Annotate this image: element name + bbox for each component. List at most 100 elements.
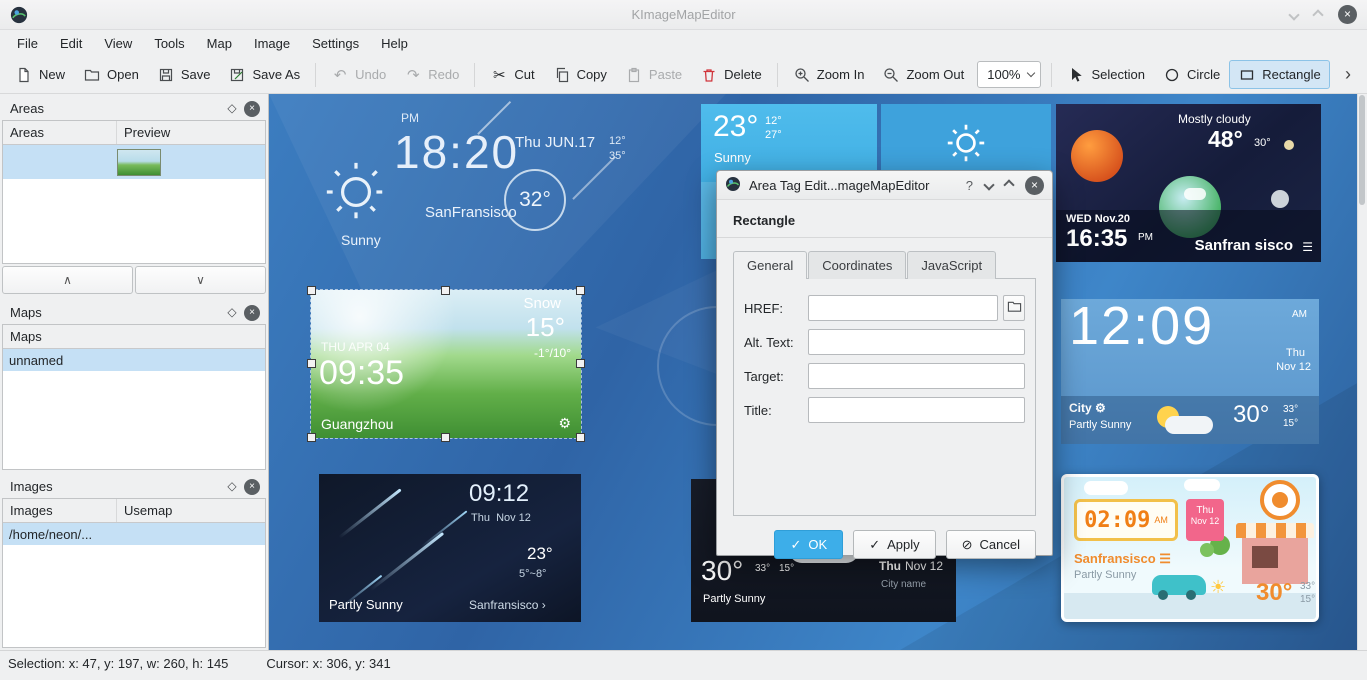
- column-maps[interactable]: Maps: [3, 325, 265, 348]
- maps-dock-close[interactable]: ×: [242, 304, 262, 321]
- float-icon[interactable]: ◇: [222, 101, 242, 115]
- alt-text-input[interactable]: [808, 329, 1025, 355]
- selection-handle-ne[interactable]: [576, 286, 585, 295]
- float-icon[interactable]: ◇: [222, 479, 242, 493]
- selection-handle-nw[interactable]: [307, 286, 316, 295]
- cut-button[interactable]: ✂ Cut: [481, 60, 543, 89]
- move-area-down-button[interactable]: ∨: [135, 266, 266, 294]
- menu-file[interactable]: File: [6, 32, 49, 55]
- image-row-path[interactable]: /home/neon/...: [3, 523, 265, 545]
- column-areas[interactable]: Areas: [3, 121, 117, 144]
- cancel-button[interactable]: ⊘ Cancel: [946, 530, 1036, 559]
- selection-handle-sw[interactable]: [307, 433, 316, 442]
- cursor-arrow-icon: [1067, 66, 1085, 83]
- dialog-titlebar[interactable]: Area Tag Edit...mageMapEditor ? ×: [717, 171, 1052, 200]
- redo-button[interactable]: ↷ Redo: [395, 60, 468, 89]
- selection-handle-e[interactable]: [576, 359, 585, 368]
- title-input[interactable]: [808, 397, 1025, 423]
- ok-button[interactable]: ✓ OK: [774, 530, 843, 559]
- undo-button[interactable]: ↶ Undo: [322, 60, 395, 89]
- menu-edit[interactable]: Edit: [49, 32, 93, 55]
- href-label: HREF:: [744, 301, 808, 316]
- map-row-unnamed[interactable]: unnamed: [3, 349, 265, 371]
- menu-settings[interactable]: Settings: [301, 32, 370, 55]
- apply-button[interactable]: ✓ Apply: [853, 530, 935, 559]
- paste-button[interactable]: Paste: [616, 60, 691, 89]
- date-label: Nov 12: [1276, 361, 1311, 373]
- close-icon: ×: [244, 479, 260, 495]
- city-label: Sanfransisco ›: [469, 598, 546, 612]
- selection-handle-s[interactable]: [441, 433, 450, 442]
- float-icon[interactable]: ◇: [222, 305, 242, 319]
- column-preview[interactable]: Preview: [117, 121, 265, 144]
- href-input[interactable]: [808, 295, 998, 321]
- tab-javascript[interactable]: JavaScript: [907, 251, 996, 279]
- close-icon[interactable]: ×: [1025, 176, 1044, 195]
- menu-view[interactable]: View: [93, 32, 143, 55]
- area-tag-editor-dialog: Area Tag Edit...mageMapEditor ? × Rectan…: [716, 170, 1053, 556]
- selection-handle-n[interactable]: [441, 286, 450, 295]
- city-label: City name: [881, 579, 926, 590]
- temp-label: 23°: [713, 110, 758, 144]
- temp-label: 30°: [1256, 579, 1292, 607]
- condition-label: Partly Sunny: [703, 593, 765, 605]
- area-row-rectangle[interactable]: [3, 145, 265, 179]
- new-button[interactable]: New: [6, 60, 74, 89]
- ampm-label: PM: [1138, 232, 1153, 243]
- toolbar-separator: [777, 63, 778, 87]
- maximize-icon[interactable]: [1312, 9, 1323, 20]
- circle-tool-button[interactable]: Circle: [1154, 60, 1229, 89]
- copy-button[interactable]: Copy: [544, 60, 616, 89]
- guangzhou-widget-selected-area[interactable]: Snow 15° -1°/10° THU APR 04 09:35 Guangz…: [311, 290, 581, 438]
- selection-tool-button[interactable]: Selection: [1058, 60, 1153, 89]
- menu-help[interactable]: Help: [370, 32, 419, 55]
- zoom-out-icon: [882, 66, 900, 83]
- statusbar: Selection: x: 47, y: 197, w: 260, h: 145…: [0, 650, 1367, 680]
- areas-dock-close[interactable]: ×: [242, 100, 262, 117]
- titlebar[interactable]: KImageMapEditor ×: [0, 0, 1367, 30]
- delete-button[interactable]: Delete: [691, 60, 771, 89]
- new-icon: [15, 66, 33, 83]
- move-area-up-button[interactable]: ∧: [2, 266, 133, 294]
- date-box: Thu Nov 12: [1186, 499, 1224, 541]
- images-dock-close[interactable]: ×: [242, 478, 262, 495]
- help-icon[interactable]: ?: [966, 178, 973, 193]
- menu-tools[interactable]: Tools: [143, 32, 195, 55]
- ampm-label: AM: [1292, 309, 1307, 320]
- check-icon: ✓: [869, 537, 880, 553]
- zoom-combobox[interactable]: 100%: [977, 61, 1041, 88]
- city-label: Guangzhou: [321, 416, 393, 432]
- target-input[interactable]: [808, 363, 1025, 389]
- minimize-icon[interactable]: [1288, 9, 1299, 20]
- tab-coordinates[interactable]: Coordinates: [808, 251, 906, 279]
- save-button[interactable]: Save: [148, 60, 220, 89]
- minimize-icon[interactable]: [983, 179, 994, 190]
- save-as-button[interactable]: Save As: [219, 60, 309, 89]
- selection-handle-se[interactable]: [576, 433, 585, 442]
- scrollbar-handle[interactable]: [1359, 95, 1365, 205]
- city-label: City ⚙: [1069, 401, 1106, 415]
- maximize-icon[interactable]: [1003, 179, 1014, 190]
- temp-label: 48°: [1208, 126, 1243, 153]
- zoom-out-button[interactable]: Zoom Out: [873, 60, 973, 89]
- selection-handle-w[interactable]: [307, 359, 316, 368]
- browse-button[interactable]: [1003, 295, 1025, 321]
- toolbar-overflow-button[interactable]: ›: [1335, 62, 1361, 87]
- rectangle-tool-button[interactable]: Rectangle: [1229, 60, 1330, 89]
- delete-icon: [700, 66, 718, 83]
- column-usemap[interactable]: Usemap: [117, 499, 265, 522]
- column-images[interactable]: Images: [3, 499, 117, 522]
- menu-image[interactable]: Image: [243, 32, 301, 55]
- window-title: KImageMapEditor: [0, 7, 1367, 22]
- close-icon[interactable]: ×: [1338, 5, 1357, 24]
- planet-saturn: [1284, 140, 1294, 150]
- rectangle-icon: [1238, 66, 1256, 83]
- zoom-in-button[interactable]: Zoom In: [784, 60, 874, 89]
- menu-map[interactable]: Map: [196, 32, 243, 55]
- tab-general[interactable]: General: [733, 251, 807, 279]
- cursor-status: Cursor: x: 306, y: 341: [266, 656, 390, 680]
- open-button[interactable]: Open: [74, 60, 148, 89]
- areas-dock-header: Areas ◇ ×: [2, 96, 266, 120]
- app-icon: [725, 176, 741, 195]
- date-label: THU APR 04: [321, 340, 390, 354]
